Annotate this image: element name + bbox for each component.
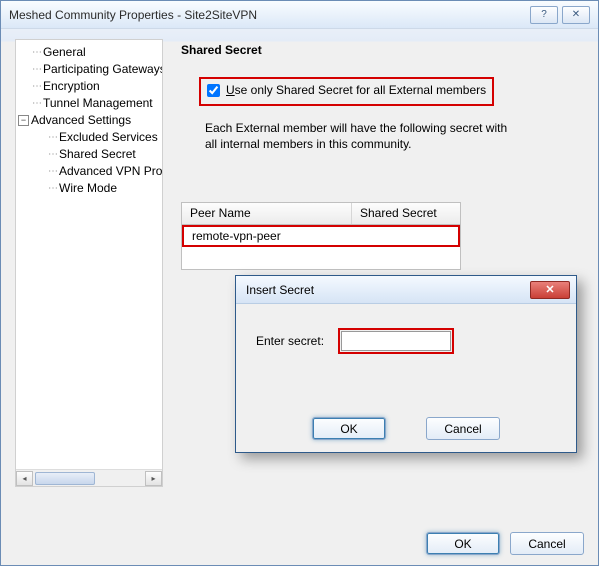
table-row-empty — [182, 247, 460, 269]
page-title: Shared Secret — [181, 43, 584, 57]
use-shared-secret-checkbox[interactable]: Use only Shared Secret for all External … — [207, 83, 486, 97]
tree-item-advanced-vpn[interactable]: ⋯Advanced VPN Pro — [18, 163, 160, 180]
use-shared-secret-input[interactable] — [207, 84, 220, 97]
col-shared-secret[interactable]: Shared Secret — [352, 203, 460, 224]
scroll-right-icon[interactable]: ▸ — [145, 471, 162, 486]
dialog-ok-button[interactable]: OK — [312, 417, 386, 440]
tree-item-tunnel[interactable]: ⋯Tunnel Management — [18, 95, 160, 112]
dialog-title: Insert Secret — [246, 283, 530, 297]
ok-button[interactable]: OK — [426, 532, 500, 555]
insert-secret-dialog: Insert Secret ✕ Enter secret: OK Cancel — [235, 275, 577, 453]
scroll-thumb[interactable] — [35, 472, 95, 485]
dialog-cancel-button[interactable]: Cancel — [426, 417, 500, 440]
peers-table[interactable]: Peer Name Shared Secret remote-vpn-peer — [181, 202, 461, 270]
dialog-titlebar: Insert Secret ✕ — [236, 276, 576, 304]
window-title: Meshed Community Properties - Site2SiteV… — [9, 8, 526, 22]
tree-item-advanced[interactable]: −Advanced Settings — [18, 112, 160, 129]
tree-item-gateways[interactable]: ⋯Participating Gateways — [18, 61, 160, 78]
tree-item-wire-mode[interactable]: ⋯Wire Mode — [18, 180, 160, 197]
titlebar: Meshed Community Properties - Site2SiteV… — [1, 1, 598, 29]
close-icon[interactable]: ✕ — [562, 6, 590, 24]
enter-secret-label: Enter secret: — [256, 334, 324, 348]
table-row[interactable]: remote-vpn-peer — [182, 225, 460, 247]
cell-peer-name: remote-vpn-peer — [184, 229, 354, 243]
tree-item-encryption[interactable]: ⋯Encryption — [18, 78, 160, 95]
main-footer: OK Cancel — [426, 532, 584, 555]
scroll-left-icon[interactable]: ◂ — [16, 471, 33, 486]
horizontal-scrollbar[interactable]: ◂ ▸ — [16, 469, 162, 486]
cancel-button[interactable]: Cancel — [510, 532, 584, 555]
dialog-close-icon[interactable]: ✕ — [530, 281, 570, 299]
description-text: Each External member will have the follo… — [205, 120, 515, 152]
tree-item-shared-secret[interactable]: ⋯Shared Secret — [18, 146, 160, 163]
collapse-icon[interactable]: − — [18, 115, 29, 126]
secret-input[interactable] — [341, 331, 451, 351]
highlight-box-input — [338, 328, 454, 354]
highlight-box-checkbox: Use only Shared Secret for all External … — [199, 77, 494, 106]
table-header: Peer Name Shared Secret — [182, 203, 460, 225]
nav-tree[interactable]: ⋯General ⋯Participating Gateways ⋯Encryp… — [15, 39, 163, 487]
dialog-footer: OK Cancel — [236, 417, 576, 440]
main-window: Meshed Community Properties - Site2SiteV… — [0, 0, 599, 566]
help-icon[interactable]: ? — [530, 6, 558, 24]
tree-item-excluded[interactable]: ⋯Excluded Services — [18, 129, 160, 146]
tree-item-general[interactable]: ⋯General — [18, 44, 160, 61]
col-peer-name[interactable]: Peer Name — [182, 203, 352, 224]
checkbox-label: Use only Shared Secret for all External … — [226, 83, 486, 97]
